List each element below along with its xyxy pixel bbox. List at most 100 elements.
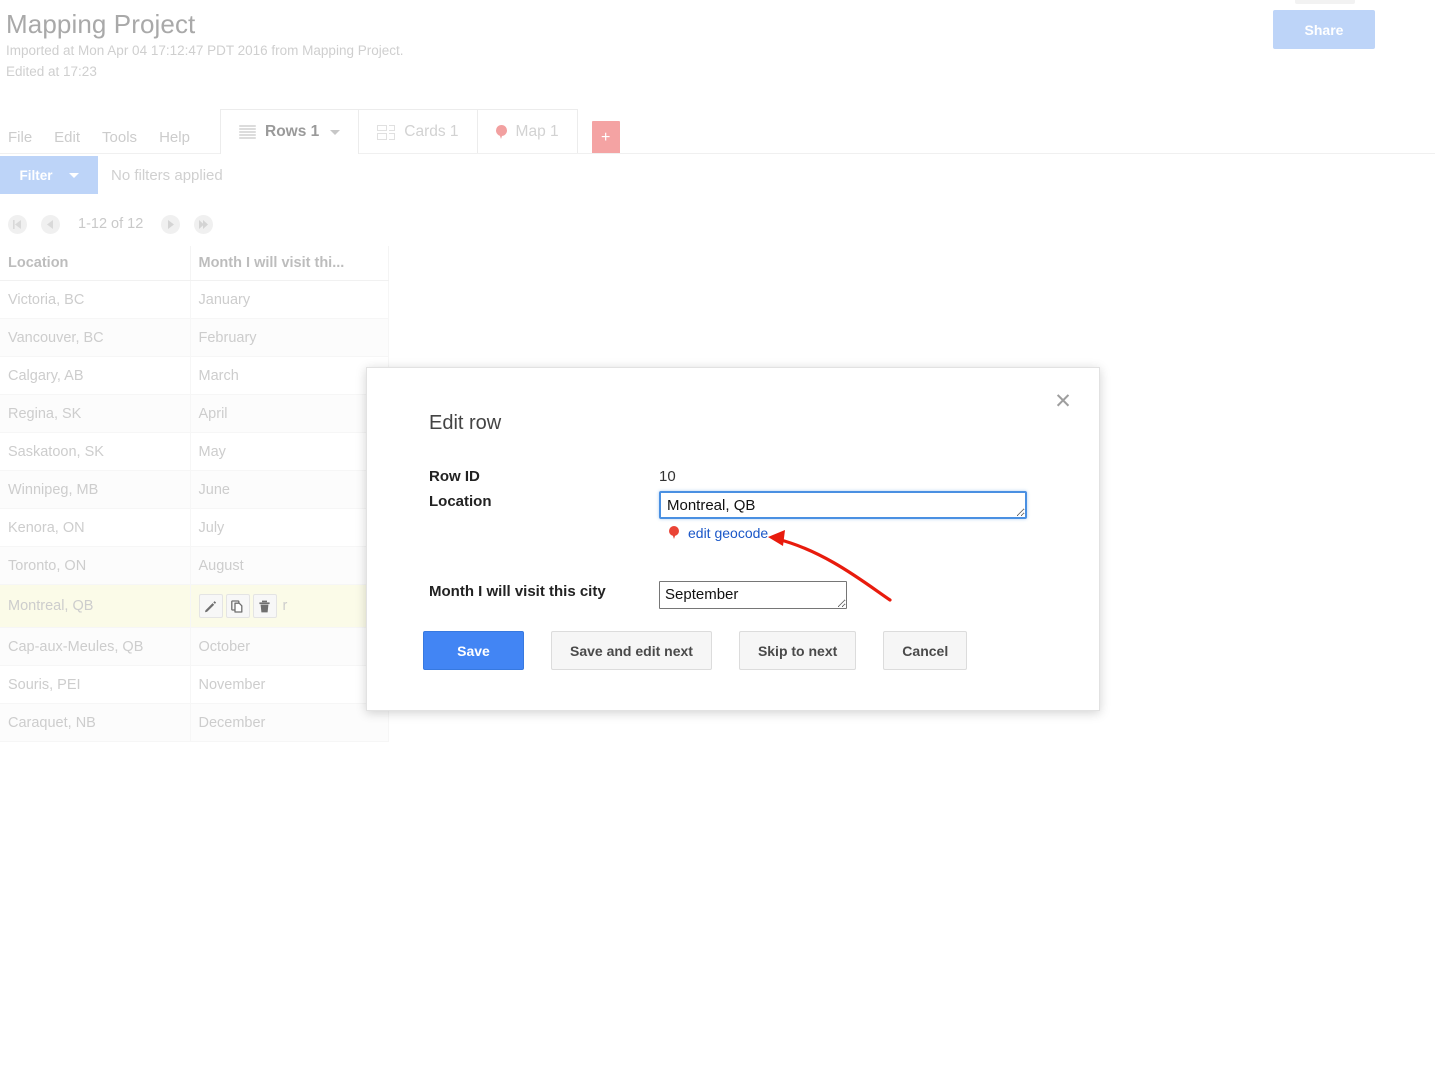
- cell-location[interactable]: Calgary, AB: [0, 357, 190, 395]
- menu-item-tools[interactable]: Tools: [102, 128, 137, 148]
- location-input[interactable]: [659, 491, 1027, 519]
- next-page-icon[interactable]: [161, 215, 180, 234]
- cell-location[interactable]: Caraquet, NB: [0, 704, 190, 742]
- filter-button[interactable]: Filter: [0, 156, 98, 194]
- dialog-button-bar: Save Save and edit next Skip to next Cancel: [423, 631, 967, 670]
- skip-to-next-button[interactable]: Skip to next: [739, 631, 856, 670]
- location-label: Location: [429, 491, 659, 513]
- edit-row-form: Row ID 10 Location edit geocode... Month…: [429, 466, 1059, 609]
- map-pin-icon: [496, 125, 507, 140]
- cell-location[interactable]: Montreal, QB: [0, 585, 190, 628]
- view-tab-bar: Rows 1 Cards 1 Map 1 +: [220, 109, 620, 154]
- menu-bar: File Edit Tools Help: [0, 118, 190, 158]
- month-input[interactable]: [659, 581, 847, 609]
- cell-month[interactable]: January: [190, 281, 388, 319]
- tab-cards[interactable]: Cards 1: [359, 109, 477, 154]
- table-header-row: Location Month I will visit thi...: [0, 246, 388, 281]
- cell-month[interactable]: April: [190, 395, 388, 433]
- previous-page-icon[interactable]: [41, 215, 60, 234]
- tab-rows-label: Rows 1: [265, 123, 319, 141]
- cell-month[interactable]: July: [190, 509, 388, 547]
- first-page-icon[interactable]: [8, 215, 27, 234]
- cell-month[interactable]: August: [190, 547, 388, 585]
- table-row[interactable]: Montreal, QB r: [0, 585, 388, 628]
- page-title: Mapping Project: [6, 8, 1256, 40]
- pagination-controls: 1-12 of 12: [8, 210, 213, 238]
- column-header-location[interactable]: Location: [0, 246, 190, 281]
- cell-location[interactable]: Saskatoon, SK: [0, 433, 190, 471]
- save-button[interactable]: Save: [423, 631, 524, 670]
- map-pin-icon: [669, 526, 679, 540]
- filter-status-text: No filters applied: [111, 167, 223, 184]
- cell-month[interactable]: June: [190, 471, 388, 509]
- rows-table: Location Month I will visit thi... Victo…: [0, 246, 389, 742]
- location-field-row: Location: [429, 491, 1059, 519]
- table-row[interactable]: Toronto, ONAugust: [0, 547, 388, 585]
- geocode-row: edit geocode...: [659, 525, 1059, 541]
- imported-timestamp: Imported at Mon Apr 04 17:12:47 PDT 2016…: [6, 40, 1256, 61]
- cell-location[interactable]: Kenora, ON: [0, 509, 190, 547]
- cell-month-truncated-text: r: [283, 598, 288, 614]
- cards-icon: [377, 125, 395, 140]
- add-tab-button[interactable]: +: [592, 121, 620, 154]
- month-field-row: Month I will visit this city: [429, 581, 1059, 609]
- tab-bar-divider: [0, 153, 1435, 154]
- cell-month[interactable]: March: [190, 357, 388, 395]
- cell-location[interactable]: Toronto, ON: [0, 547, 190, 585]
- cell-location[interactable]: Souris, PEI: [0, 666, 190, 704]
- last-page-icon[interactable]: [194, 215, 213, 234]
- edited-timestamp: Edited at 17:23: [6, 61, 1256, 82]
- row-id-field-row: Row ID 10: [429, 466, 1059, 488]
- table-row[interactable]: Caraquet, NBDecember: [0, 704, 388, 742]
- edit-geocode-link[interactable]: edit geocode...: [688, 525, 780, 541]
- dialog-title: Edit row: [429, 412, 501, 435]
- cancel-button[interactable]: Cancel: [883, 631, 967, 670]
- cell-location[interactable]: Vancouver, BC: [0, 319, 190, 357]
- table-row[interactable]: Vancouver, BCFebruary: [0, 319, 388, 357]
- chevron-down-icon: [69, 173, 79, 178]
- tab-rows[interactable]: Rows 1: [220, 109, 359, 154]
- close-icon[interactable]: ✕: [1050, 388, 1076, 414]
- cell-location[interactable]: Victoria, BC: [0, 281, 190, 319]
- tab-map-label: Map 1: [516, 123, 559, 141]
- month-label: Month I will visit this city: [429, 581, 659, 603]
- table-row[interactable]: Souris, PEINovember: [0, 666, 388, 704]
- tab-cards-label: Cards 1: [404, 123, 458, 141]
- filter-bar: Filter No filters applied: [0, 156, 223, 194]
- document-header: Mapping Project Imported at Mon Apr 04 1…: [6, 8, 1256, 82]
- cell-month[interactable]: r: [190, 585, 388, 628]
- table-row[interactable]: Cap-aux-Meules, QBOctober: [0, 628, 388, 666]
- table-row[interactable]: Kenora, ONJuly: [0, 509, 388, 547]
- menu-item-help[interactable]: Help: [159, 128, 190, 148]
- row-id-value: 10: [659, 466, 676, 488]
- cell-month[interactable]: November: [190, 666, 388, 704]
- table-row[interactable]: Regina, SKApril: [0, 395, 388, 433]
- cell-month[interactable]: December: [190, 704, 388, 742]
- row-id-label: Row ID: [429, 466, 659, 488]
- menu-item-file[interactable]: File: [8, 128, 32, 148]
- table-row[interactable]: Saskatoon, SKMay: [0, 433, 388, 471]
- tab-map[interactable]: Map 1: [478, 109, 578, 154]
- save-and-edit-next-button[interactable]: Save and edit next: [551, 631, 712, 670]
- column-header-month[interactable]: Month I will visit thi...: [190, 246, 388, 281]
- page-range-label: 1-12 of 12: [78, 216, 143, 232]
- share-button[interactable]: Share: [1273, 10, 1375, 49]
- table-row[interactable]: Victoria, BCJanuary: [0, 281, 388, 319]
- cell-location[interactable]: Cap-aux-Meules, QB: [0, 628, 190, 666]
- table-row[interactable]: Winnipeg, MBJune: [0, 471, 388, 509]
- row-action-group: [199, 594, 277, 618]
- filter-button-label: Filter: [19, 168, 52, 183]
- rows-icon: [239, 125, 256, 139]
- cell-month[interactable]: February: [190, 319, 388, 357]
- cell-month[interactable]: May: [190, 433, 388, 471]
- table-row[interactable]: Calgary, ABMarch: [0, 357, 388, 395]
- edit-row-icon[interactable]: [199, 594, 223, 618]
- header-ghost-strip: [1295, 0, 1355, 4]
- cell-month[interactable]: October: [190, 628, 388, 666]
- chevron-down-icon[interactable]: [330, 130, 340, 135]
- cell-location[interactable]: Winnipeg, MB: [0, 471, 190, 509]
- menu-item-edit[interactable]: Edit: [54, 128, 80, 148]
- cell-location[interactable]: Regina, SK: [0, 395, 190, 433]
- duplicate-row-icon[interactable]: [226, 594, 250, 618]
- delete-row-icon[interactable]: [253, 594, 277, 618]
